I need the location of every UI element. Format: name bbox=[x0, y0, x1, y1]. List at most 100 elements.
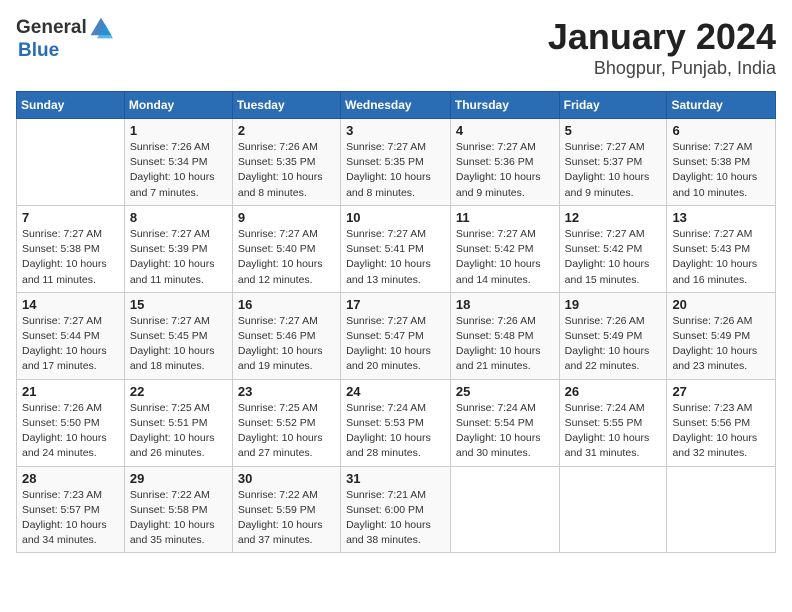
column-header-tuesday: Tuesday bbox=[232, 92, 340, 119]
day-info: Sunrise: 7:27 AMSunset: 5:39 PMDaylight:… bbox=[130, 227, 227, 288]
calendar-cell: 15 Sunrise: 7:27 AMSunset: 5:45 PMDayligh… bbox=[124, 292, 232, 379]
day-number: 23 bbox=[238, 384, 335, 399]
calendar-cell bbox=[667, 466, 776, 553]
day-number: 4 bbox=[456, 123, 554, 138]
day-number: 26 bbox=[565, 384, 662, 399]
calendar-cell: 27 Sunrise: 7:23 AMSunset: 5:56 PMDayligh… bbox=[667, 379, 776, 466]
column-header-saturday: Saturday bbox=[667, 92, 776, 119]
day-info: Sunrise: 7:22 AMSunset: 5:59 PMDaylight:… bbox=[238, 488, 335, 549]
day-number: 31 bbox=[346, 471, 445, 486]
day-info: Sunrise: 7:23 AMSunset: 5:57 PMDaylight:… bbox=[22, 488, 119, 549]
column-header-friday: Friday bbox=[559, 92, 667, 119]
day-info: Sunrise: 7:27 AMSunset: 5:41 PMDaylight:… bbox=[346, 227, 445, 288]
calendar-cell: 13Sunrise: 7:27 AMSunset: 5:43 PMDayligh… bbox=[667, 205, 776, 292]
day-info: Sunrise: 7:27 AMSunset: 5:46 PMDaylight:… bbox=[238, 314, 335, 375]
day-number: 16 bbox=[238, 297, 335, 312]
day-number: 12 bbox=[565, 210, 662, 225]
calendar-cell: 16 Sunrise: 7:27 AMSunset: 5:46 PMDayligh… bbox=[232, 292, 340, 379]
calendar-cell: 31 Sunrise: 7:21 AMSunset: 6:00 PMDayligh… bbox=[341, 466, 451, 553]
calendar-cell bbox=[17, 119, 125, 206]
day-info: Sunrise: 7:26 AMSunset: 5:34 PMDaylight:… bbox=[130, 140, 227, 201]
location-title: Bhogpur, Punjab, India bbox=[548, 58, 776, 79]
column-header-monday: Monday bbox=[124, 92, 232, 119]
calendar-cell: 5 Sunrise: 7:27 AMSunset: 5:37 PMDaylight… bbox=[559, 119, 667, 206]
day-number: 30 bbox=[238, 471, 335, 486]
day-info: Sunrise: 7:26 AMSunset: 5:48 PMDaylight:… bbox=[456, 314, 554, 375]
day-number: 13 bbox=[672, 210, 770, 225]
day-info: Sunrise: 7:26 AMSunset: 5:50 PMDaylight:… bbox=[22, 401, 119, 462]
day-number: 19 bbox=[565, 297, 662, 312]
day-info: Sunrise: 7:27 AMSunset: 5:42 PMDaylight:… bbox=[565, 227, 662, 288]
day-info: Sunrise: 7:26 AMSunset: 5:49 PMDaylight:… bbox=[565, 314, 662, 375]
day-number: 7 bbox=[22, 210, 119, 225]
day-number: 3 bbox=[346, 123, 445, 138]
day-number: 2 bbox=[238, 123, 335, 138]
day-number: 28 bbox=[22, 471, 119, 486]
day-number: 6 bbox=[672, 123, 770, 138]
day-info: Sunrise: 7:24 AMSunset: 5:54 PMDaylight:… bbox=[456, 401, 554, 462]
column-header-thursday: Thursday bbox=[450, 92, 559, 119]
column-header-wednesday: Wednesday bbox=[341, 92, 451, 119]
calendar-cell: 26 Sunrise: 7:24 AMSunset: 5:55 PMDayligh… bbox=[559, 379, 667, 466]
calendar-cell: 6 Sunrise: 7:27 AMSunset: 5:38 PMDaylight… bbox=[667, 119, 776, 206]
week-row-5: 28 Sunrise: 7:23 AMSunset: 5:57 PMDayligh… bbox=[17, 466, 776, 553]
day-number: 1 bbox=[130, 123, 227, 138]
logo: General Blue bbox=[16, 16, 113, 62]
month-title: January 2024 bbox=[548, 16, 776, 58]
calendar-cell: 28 Sunrise: 7:23 AMSunset: 5:57 PMDayligh… bbox=[17, 466, 125, 553]
calendar-cell: 18 Sunrise: 7:26 AMSunset: 5:48 PMDayligh… bbox=[450, 292, 559, 379]
calendar-cell: 19 Sunrise: 7:26 AMSunset: 5:49 PMDayligh… bbox=[559, 292, 667, 379]
day-number: 22 bbox=[130, 384, 227, 399]
calendar-header-row: SundayMondayTuesdayWednesdayThursdayFrid… bbox=[17, 92, 776, 119]
calendar-cell: 17 Sunrise: 7:27 AMSunset: 5:47 PMDayligh… bbox=[341, 292, 451, 379]
column-header-sunday: Sunday bbox=[17, 92, 125, 119]
day-number: 24 bbox=[346, 384, 445, 399]
calendar-cell: 12 Sunrise: 7:27 AMSunset: 5:42 PMDayligh… bbox=[559, 205, 667, 292]
day-info: Sunrise: 7:27 AMSunset: 5:44 PMDaylight:… bbox=[22, 314, 119, 375]
day-info: Sunrise: 7:22 AMSunset: 5:58 PMDaylight:… bbox=[130, 488, 227, 549]
calendar-cell: 23Sunrise: 7:25 AMSunset: 5:52 PMDayligh… bbox=[232, 379, 340, 466]
day-info: Sunrise: 7:27 AMSunset: 5:40 PMDaylight:… bbox=[238, 227, 335, 288]
calendar-cell: 30 Sunrise: 7:22 AMSunset: 5:59 PMDayligh… bbox=[232, 466, 340, 553]
week-row-1: 1 Sunrise: 7:26 AMSunset: 5:34 PMDaylight… bbox=[17, 119, 776, 206]
day-number: 20 bbox=[672, 297, 770, 312]
title-section: January 2024 Bhogpur, Punjab, India bbox=[548, 16, 776, 79]
week-row-3: 14Sunrise: 7:27 AMSunset: 5:44 PMDayligh… bbox=[17, 292, 776, 379]
day-info: Sunrise: 7:27 AMSunset: 5:37 PMDaylight:… bbox=[565, 140, 662, 201]
calendar-cell: 29 Sunrise: 7:22 AMSunset: 5:58 PMDayligh… bbox=[124, 466, 232, 553]
day-info: Sunrise: 7:23 AMSunset: 5:56 PMDaylight:… bbox=[672, 401, 770, 462]
day-info: Sunrise: 7:27 AMSunset: 5:45 PMDaylight:… bbox=[130, 314, 227, 375]
day-info: Sunrise: 7:24 AMSunset: 5:55 PMDaylight:… bbox=[565, 401, 662, 462]
calendar-cell bbox=[559, 466, 667, 553]
day-info: Sunrise: 7:27 AMSunset: 5:42 PMDaylight:… bbox=[456, 227, 554, 288]
calendar-cell: 4Sunrise: 7:27 AMSunset: 5:36 PMDaylight… bbox=[450, 119, 559, 206]
calendar-cell: 9Sunrise: 7:27 AMSunset: 5:40 PMDaylight… bbox=[232, 205, 340, 292]
calendar-cell: 1 Sunrise: 7:26 AMSunset: 5:34 PMDaylight… bbox=[124, 119, 232, 206]
calendar-cell: 14Sunrise: 7:27 AMSunset: 5:44 PMDayligh… bbox=[17, 292, 125, 379]
day-number: 18 bbox=[456, 297, 554, 312]
calendar-cell: 25Sunrise: 7:24 AMSunset: 5:54 PMDayligh… bbox=[450, 379, 559, 466]
calendar-cell: 22Sunrise: 7:25 AMSunset: 5:51 PMDayligh… bbox=[124, 379, 232, 466]
page-header: General Blue January 2024 Bhogpur, Punja… bbox=[16, 16, 776, 79]
day-info: Sunrise: 7:26 AMSunset: 5:49 PMDaylight:… bbox=[672, 314, 770, 375]
calendar-cell: 2Sunrise: 7:26 AMSunset: 5:35 PMDaylight… bbox=[232, 119, 340, 206]
day-number: 29 bbox=[130, 471, 227, 486]
logo-blue-text: Blue bbox=[18, 40, 59, 61]
day-number: 27 bbox=[672, 384, 770, 399]
day-info: Sunrise: 7:24 AMSunset: 5:53 PMDaylight:… bbox=[346, 401, 445, 462]
logo-icon bbox=[89, 16, 113, 40]
week-row-2: 7 Sunrise: 7:27 AMSunset: 5:38 PMDaylight… bbox=[17, 205, 776, 292]
day-info: Sunrise: 7:21 AMSunset: 6:00 PMDaylight:… bbox=[346, 488, 445, 549]
calendar-cell bbox=[450, 466, 559, 553]
day-number: 17 bbox=[346, 297, 445, 312]
day-info: Sunrise: 7:27 AMSunset: 5:47 PMDaylight:… bbox=[346, 314, 445, 375]
calendar-cell: 7 Sunrise: 7:27 AMSunset: 5:38 PMDaylight… bbox=[17, 205, 125, 292]
day-number: 15 bbox=[130, 297, 227, 312]
calendar-cell: 3Sunrise: 7:27 AMSunset: 5:35 PMDaylight… bbox=[341, 119, 451, 206]
calendar-cell: 24 Sunrise: 7:24 AMSunset: 5:53 PMDayligh… bbox=[341, 379, 451, 466]
day-info: Sunrise: 7:27 AMSunset: 5:38 PMDaylight:… bbox=[672, 140, 770, 201]
day-info: Sunrise: 7:27 AMSunset: 5:38 PMDaylight:… bbox=[22, 227, 119, 288]
calendar-cell: 11Sunrise: 7:27 AMSunset: 5:42 PMDayligh… bbox=[450, 205, 559, 292]
day-number: 5 bbox=[565, 123, 662, 138]
logo-general-text: General bbox=[16, 17, 87, 39]
